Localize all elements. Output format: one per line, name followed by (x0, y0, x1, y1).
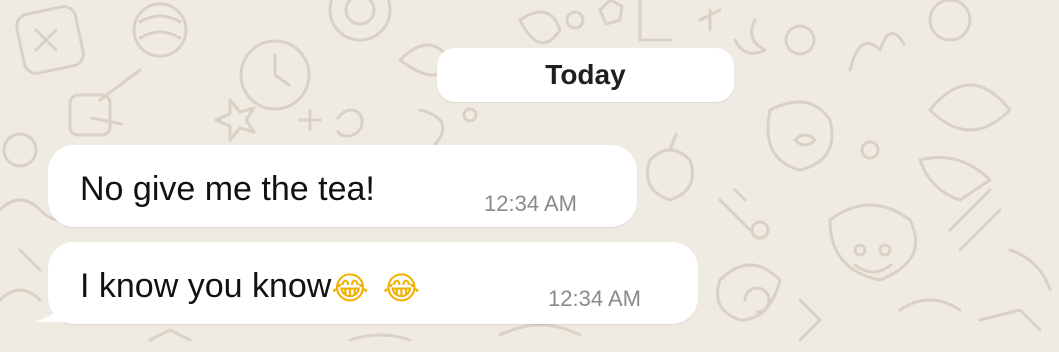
date-label: Today (545, 59, 626, 90)
bubble-tail-icon (34, 298, 70, 322)
message-text: I know you know😂 😂 (80, 266, 420, 308)
message-timestamp: 12:34 AM (548, 286, 641, 311)
message-bubble[interactable]: No give me the tea! 12:34 AM (48, 145, 637, 227)
laughing-tears-emoji-icon: 😂 (382, 269, 421, 307)
message-timestamp: 12:34 AM (484, 191, 577, 216)
laughing-tears-emoji-icon: 😂 (331, 269, 369, 307)
date-separator-chip: Today (437, 48, 734, 102)
message-text: No give me the tea! (80, 170, 375, 208)
message-bubble[interactable]: I know you know😂 😂 12:34 AM (48, 242, 698, 324)
